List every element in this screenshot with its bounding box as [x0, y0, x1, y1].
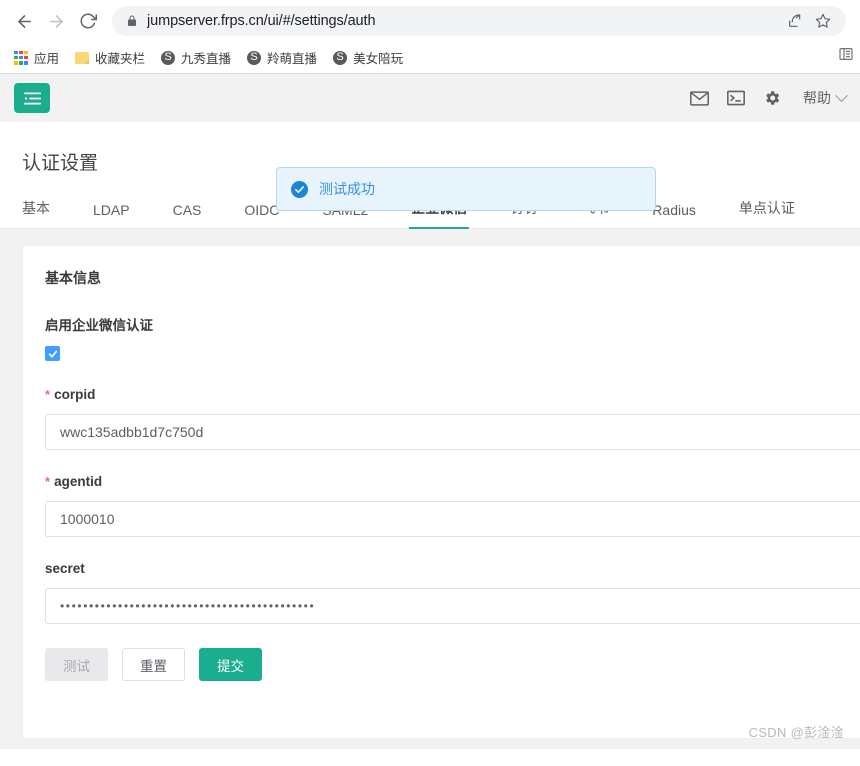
globe-icon: S — [247, 50, 262, 65]
form-buttons: 测试 重置 提交 — [45, 648, 860, 681]
header-actions: 帮助 — [690, 88, 848, 108]
required-asterisk: * — [45, 474, 51, 489]
app-root: 帮助 测试成功 认证设置 基本 LDAP CAS OIDC SAML2 企业微信… — [0, 74, 860, 749]
bookmark-site-3[interactable]: S 美女陪玩 — [327, 46, 409, 70]
browser-toolbar: jumpserver.frps.cn/ui/#/settings/auth — [0, 0, 860, 42]
bookmarks-bar: 应用 收藏夹栏 S 九秀直播 S 羚萌直播 S 美女陪玩 — [0, 42, 860, 74]
bookmark-label: 收藏夹栏 — [95, 52, 146, 66]
reload-button[interactable] — [72, 5, 104, 37]
bookmark-label: 应用 — [34, 52, 60, 66]
content-area: 基本信息 启用企业微信认证 * corpid wwc135adbb1d7c750… — [0, 229, 860, 749]
omnibox-actions — [782, 8, 836, 34]
tab-radius[interactable]: Radius — [652, 202, 696, 228]
reading-list-icon[interactable] — [838, 46, 854, 62]
agentid-label-text: agentid — [54, 474, 103, 489]
chevron-down-icon — [835, 88, 848, 102]
card-title: 基本信息 — [45, 270, 101, 286]
bookmark-apps[interactable]: 应用 — [8, 46, 65, 70]
globe-icon: S — [333, 50, 348, 65]
bookmark-label: 九秀直播 — [181, 52, 232, 66]
test-button[interactable]: 测试 — [45, 648, 108, 681]
tab-cas[interactable]: CAS — [173, 202, 202, 228]
bookmark-label: 美女陪玩 — [353, 52, 404, 66]
reset-button[interactable]: 重置 — [122, 648, 185, 681]
folder-icon — [75, 51, 90, 64]
bookmark-site-2[interactable]: S 羚萌直播 — [241, 46, 323, 70]
toast-notification[interactable]: 测试成功 — [276, 167, 656, 211]
share-icon[interactable] — [782, 8, 808, 34]
back-button[interactable] — [8, 5, 40, 37]
enable-wecom-checkbox[interactable] — [45, 346, 60, 361]
submit-button[interactable]: 提交 — [199, 648, 262, 681]
envelope-icon[interactable] — [690, 90, 709, 106]
star-icon[interactable] — [810, 8, 836, 34]
globe-icon: S — [161, 50, 176, 65]
agentid-label: * agentid — [45, 474, 860, 489]
secret-label: secret — [45, 561, 860, 576]
tab-oidc[interactable]: OIDC — [244, 202, 279, 228]
check-circle-icon — [291, 180, 308, 198]
help-label: 帮助 — [803, 90, 831, 106]
bookmark-label: 羚萌直播 — [267, 52, 318, 66]
tab-ldap[interactable]: LDAP — [93, 202, 130, 228]
browser-chrome: jumpserver.frps.cn/ui/#/settings/auth 应用 — [0, 0, 860, 74]
required-asterisk: * — [45, 387, 51, 402]
corpid-input[interactable]: wwc135adbb1d7c750d — [45, 414, 860, 450]
corpid-label-text: corpid — [54, 387, 96, 402]
url-text: jumpserver.frps.cn/ui/#/settings/auth — [147, 13, 376, 29]
watermark: CSDN @彭淦淦 — [748, 725, 844, 740]
lock-icon — [126, 15, 138, 27]
tab-sso[interactable]: 单点认证 — [739, 198, 795, 228]
settings-card: 基本信息 启用企业微信认证 * corpid wwc135adbb1d7c750… — [22, 245, 860, 739]
address-bar[interactable]: jumpserver.frps.cn/ui/#/settings/auth — [112, 6, 846, 36]
enable-wecom-label: 启用企业微信认证 — [45, 318, 153, 333]
forward-button[interactable] — [40, 5, 72, 37]
bookmark-folder[interactable]: 收藏夹栏 — [69, 46, 151, 70]
secret-input[interactable]: ••••••••••••••••••••••••••••••••••••••••… — [45, 588, 860, 624]
apps-grid-icon — [14, 50, 28, 65]
terminal-icon[interactable] — [727, 90, 745, 106]
help-menu[interactable]: 帮助 — [803, 88, 848, 108]
bookmark-site-1[interactable]: S 九秀直播 — [155, 46, 237, 70]
list-menu-icon[interactable] — [14, 83, 50, 113]
toast-message: 测试成功 — [319, 181, 375, 197]
tab-basic[interactable]: 基本 — [22, 198, 50, 228]
agentid-input[interactable]: 1000010 — [45, 501, 860, 537]
corpid-label: * corpid — [45, 387, 860, 402]
app-header: 帮助 — [0, 74, 860, 122]
secret-label-text: secret — [45, 561, 85, 576]
gear-icon[interactable] — [763, 89, 781, 107]
